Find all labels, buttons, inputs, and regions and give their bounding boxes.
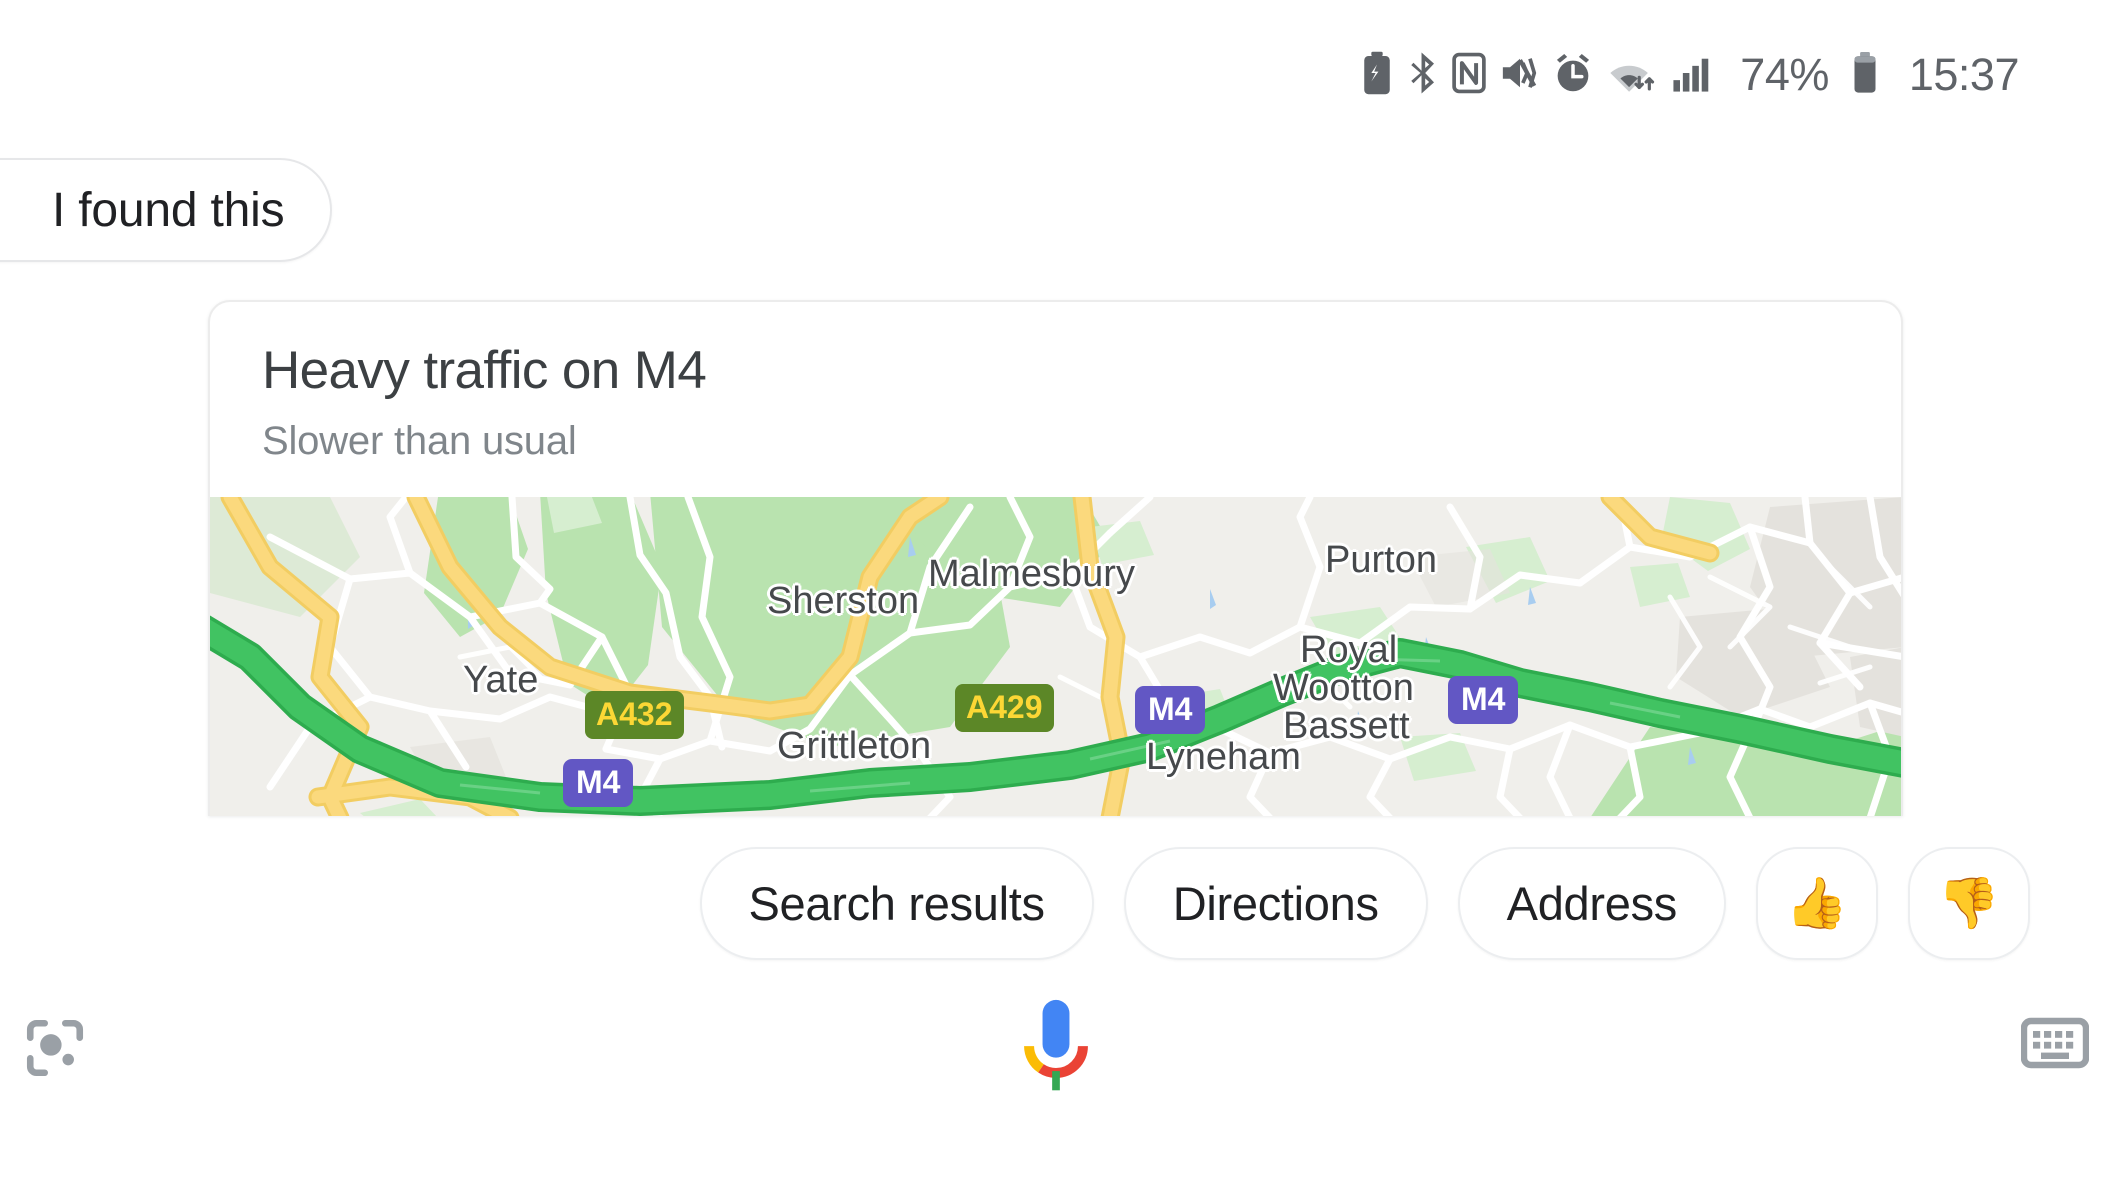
map-preview[interactable]: Purton Malmesbury Sherston Yate Royal Wo…	[210, 497, 1901, 816]
chip-address-label: Address	[1506, 876, 1678, 930]
suggestion-chip-row: Search results Directions Address 👍 👎	[0, 843, 2111, 963]
card-subtitle: Slower than usual	[262, 419, 577, 463]
assistant-response-text: I found this	[52, 183, 285, 237]
status-bar: 74% 15:37	[0, 0, 2111, 150]
map-canvas	[210, 497, 1901, 816]
status-bar-icon-group: 74% 15:37	[1360, 49, 2020, 101]
nfc-icon	[1452, 51, 1487, 100]
assistant-response-bubble: I found this	[0, 158, 333, 262]
battery-saver-icon	[1360, 51, 1394, 100]
battery-percent-label: 74%	[1740, 49, 1829, 100]
google-lens-icon	[26, 1019, 84, 1077]
google-assistant-mic-icon	[1024, 999, 1088, 1091]
bluetooth-icon	[1408, 51, 1438, 100]
google-lens-button[interactable]	[22, 1015, 88, 1081]
wifi-icon	[1606, 51, 1658, 100]
chip-directions[interactable]: Directions	[1123, 846, 1428, 960]
cellular-signal-icon	[1672, 51, 1712, 100]
mute-vibrate-icon	[1500, 51, 1540, 100]
chip-search-results-label: Search results	[748, 876, 1046, 930]
keyboard-icon	[2020, 1017, 2090, 1069]
chip-thumbs-up[interactable]: 👍	[1756, 846, 1878, 960]
chip-search-results[interactable]: Search results	[699, 846, 1094, 960]
alarm-icon	[1554, 51, 1592, 100]
thumbs-down-icon: 👎	[1937, 875, 2001, 931]
chip-directions-label: Directions	[1172, 876, 1379, 930]
thumbs-up-icon: 👍	[1785, 875, 1849, 931]
card-title: Heavy traffic on M4	[262, 341, 707, 400]
battery-icon	[1851, 51, 1879, 100]
assistant-screen: 74% 15:37 I found this Heavy traffic on …	[0, 0, 2111, 1187]
chip-thumbs-down[interactable]: 👎	[1908, 846, 2030, 960]
traffic-card[interactable]: Heavy traffic on M4 Slower than usual Pu…	[208, 300, 1903, 816]
keyboard-button[interactable]	[2020, 1015, 2090, 1073]
assistant-bottom-bar	[0, 963, 2111, 1187]
chip-address[interactable]: Address	[1457, 846, 1726, 960]
assistant-mic-button[interactable]	[1023, 998, 1089, 1098]
status-bar-clock: 15:37	[1908, 49, 2020, 100]
